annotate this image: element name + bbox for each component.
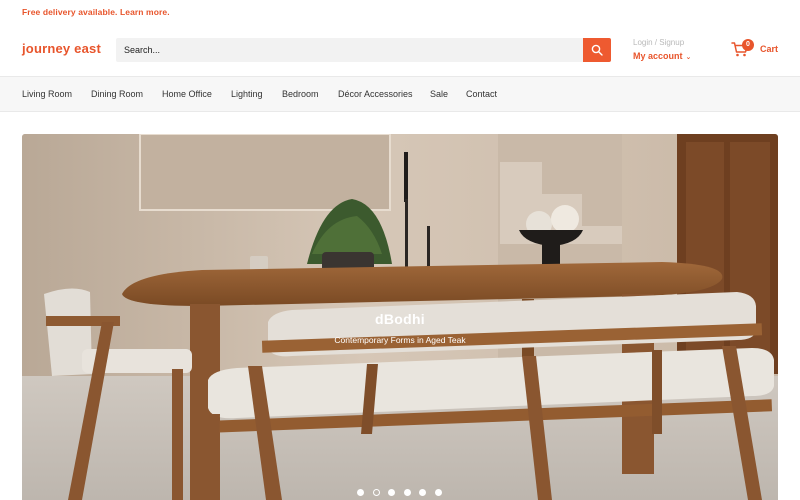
nav-item-home-office[interactable]: Home Office bbox=[162, 89, 212, 99]
site-logo[interactable]: journey east bbox=[22, 41, 101, 56]
search-bar bbox=[116, 38, 611, 62]
nav-item-bedroom[interactable]: Bedroom bbox=[282, 89, 319, 99]
search-icon bbox=[591, 44, 603, 56]
slide-dot[interactable] bbox=[372, 489, 380, 496]
nav-item-living-room[interactable]: Living Room bbox=[22, 89, 72, 99]
slide-dot[interactable] bbox=[419, 489, 426, 496]
hero-slideshow[interactable]: dBodhi Contemporary Forms in Aged Teak bbox=[22, 134, 778, 500]
cart-link[interactable]: Cart bbox=[760, 44, 778, 54]
announcement-bar: Free delivery available. Learn more. bbox=[0, 0, 800, 24]
hero-title: dBodhi bbox=[374, 311, 425, 327]
site-header: journey east Login / Signup My account⌄ … bbox=[0, 24, 800, 76]
chevron-down-icon: ⌄ bbox=[685, 54, 692, 61]
cart-count-badge: 0 bbox=[742, 39, 754, 51]
nav-item-lighting[interactable]: Lighting bbox=[231, 89, 263, 99]
nav-item-decor-accessories[interactable]: Décor Accessories bbox=[338, 89, 413, 99]
slide-dot[interactable] bbox=[403, 489, 411, 496]
slide-dot[interactable] bbox=[357, 489, 364, 496]
announcement-text[interactable]: Free delivery available. Learn more. bbox=[22, 7, 170, 17]
slide-dot[interactable] bbox=[434, 489, 442, 496]
main-navigation: Living Room Dining Room Home Office Ligh… bbox=[0, 76, 800, 112]
search-button[interactable] bbox=[583, 38, 611, 62]
slide-dot[interactable] bbox=[388, 489, 395, 496]
hero-subtitle: Contemporary Forms in Aged Teak bbox=[334, 335, 466, 345]
my-account-menu[interactable]: My account ⌄ bbox=[633, 51, 691, 61]
login-signup-link[interactable]: Login / Signup bbox=[633, 38, 684, 47]
my-account-label: My account bbox=[633, 51, 683, 61]
nav-item-contact[interactable]: Contact bbox=[466, 89, 497, 99]
nav-item-dining-room[interactable]: Dining Room bbox=[91, 89, 143, 99]
nav-item-sale[interactable]: Sale bbox=[430, 89, 448, 99]
search-input[interactable] bbox=[116, 38, 583, 62]
